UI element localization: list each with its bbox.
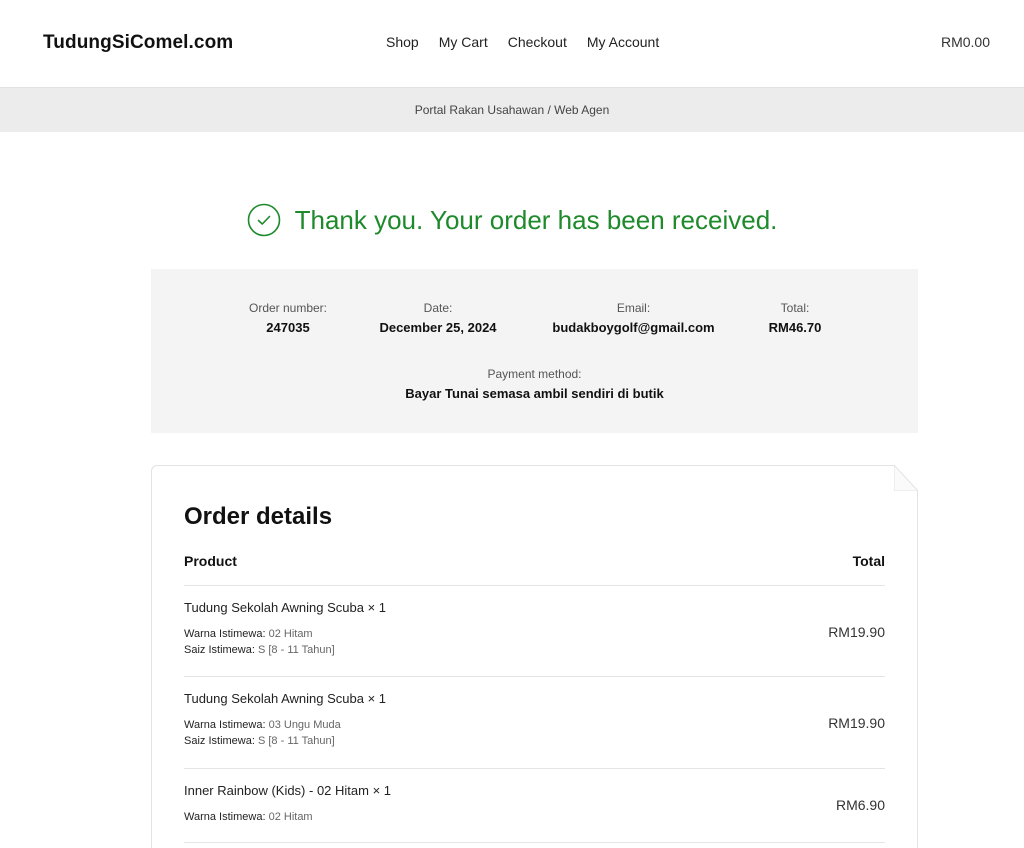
nav-my-account[interactable]: My Account: [587, 34, 659, 50]
order-item-meta: Warna Istimewa: 02 Hitam: [184, 809, 885, 825]
meta-value: 03 Ungu Muda: [268, 719, 341, 731]
order-item-name[interactable]: Tudung Sekolah Awning Scuba × 1: [184, 691, 885, 706]
nav-checkout[interactable]: Checkout: [508, 34, 567, 50]
column-header-total: Total: [852, 553, 885, 569]
meta-label: Warna Istimewa:: [184, 719, 266, 731]
order-number-label: Order number:: [248, 301, 328, 315]
column-header-product: Product: [184, 553, 237, 569]
order-overview: Order number: 247035 Date: December 25, …: [151, 269, 918, 433]
meta-value: S [8 - 11 Tahun]: [257, 644, 335, 656]
meta-value: 02 Hitam: [268, 628, 313, 640]
order-item-price: RM19.90: [828, 624, 885, 640]
site-logo[interactable]: TudungSiComel.com: [43, 32, 233, 54]
agent-portal-link[interactable]: Portal Rakan Usahawan / Web Agen: [0, 103, 1024, 117]
nav-shop[interactable]: Shop: [386, 34, 419, 50]
meta-value: S [8 - 11 Tahun]: [257, 735, 335, 747]
order-date-label: Date:: [423, 301, 453, 315]
divider: [184, 842, 885, 843]
order-email-value: budakboygolf@gmail.com: [552, 320, 715, 335]
meta-label: Warna Istimewa:: [184, 628, 266, 640]
payment-method-block: Payment method: Bayar Tunai semasa ambil…: [151, 367, 918, 401]
order-item-name[interactable]: Tudung Sekolah Awning Scuba × 1: [184, 600, 885, 615]
order-email-block: Email: budakboygolf@gmail.com: [540, 301, 727, 335]
nav-my-cart[interactable]: My Cart: [439, 34, 488, 50]
order-details-title: Order details: [184, 503, 333, 530]
divider: [184, 585, 885, 586]
agent-portal-bar: Portal Rakan Usahawan / Web Agen: [0, 87, 1024, 132]
order-item-meta: Warna Istimewa: 03 Ungu Muda Saiz Istime…: [184, 717, 885, 749]
order-item: Inner Rainbow (Kids) - 02 Hitam × 1 Warn…: [184, 783, 885, 841]
order-total-label: Total:: [780, 301, 810, 315]
main-nav: Shop My Cart Checkout My Account: [386, 34, 659, 50]
order-date-value: December 25, 2024: [379, 320, 497, 335]
order-total-value: RM46.70: [768, 320, 822, 335]
order-email-label: Email:: [616, 301, 651, 315]
order-number-value: 247035: [266, 320, 310, 335]
order-details-card: Order details Product Total Tudung Sekol…: [151, 465, 918, 848]
order-number-block: Order number: 247035: [237, 301, 339, 335]
order-total-block: Total: RM46.70: [755, 301, 835, 335]
check-circle-icon: [247, 203, 281, 237]
page-fold-corner: [894, 465, 918, 491]
order-date-block: Date: December 25, 2024: [367, 301, 509, 335]
payment-method-label: Payment method:: [487, 367, 582, 381]
meta-label: Warna Istimewa:: [184, 811, 266, 823]
order-item-price: RM6.90: [835, 797, 885, 813]
order-item: Tudung Sekolah Awning Scuba × 1 Warna Is…: [184, 600, 885, 676]
site-header: TudungSiComel.com Shop My Cart Checkout …: [0, 0, 1024, 86]
divider: [184, 768, 885, 769]
confirmation-message: Thank you. Your order has been received.: [294, 204, 778, 235]
divider: [184, 676, 885, 677]
order-item: Tudung Sekolah Awning Scuba × 1 Warna Is…: [184, 691, 885, 768]
meta-value: 02 Hitam: [268, 811, 313, 823]
meta-label: Saiz Istimewa:: [184, 644, 255, 656]
cart-total-link[interactable]: RM0.00: [941, 34, 990, 50]
order-item-price: RM19.90: [828, 715, 885, 731]
order-confirmation: Thank you. Your order has been received.: [0, 203, 1024, 242]
order-item-name[interactable]: Inner Rainbow (Kids) - 02 Hitam × 1: [184, 783, 885, 798]
payment-method-value: Bayar Tunai semasa ambil sendiri di buti…: [405, 386, 664, 401]
meta-label: Saiz Istimewa:: [184, 735, 255, 747]
order-item-meta: Warna Istimewa: 02 Hitam Saiz Istimewa: …: [184, 626, 885, 658]
